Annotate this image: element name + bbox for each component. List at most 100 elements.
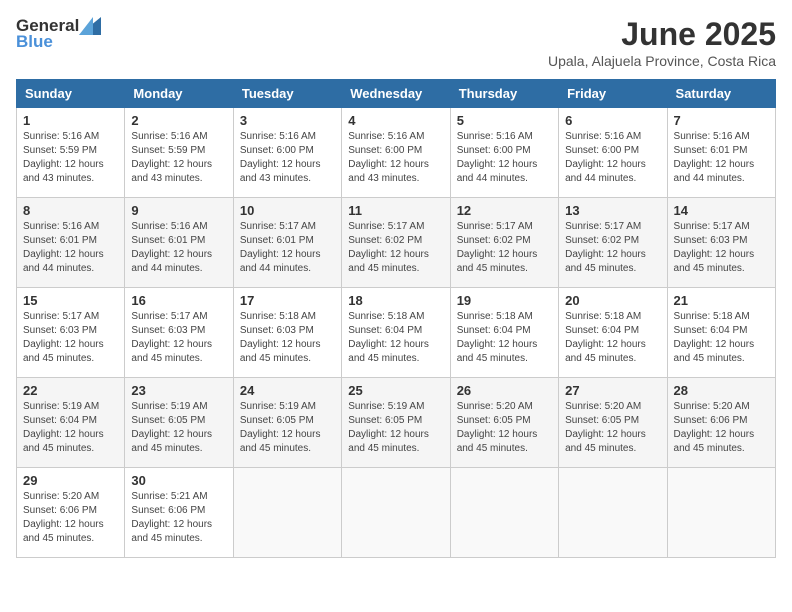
day-cell-13: 13 Sunrise: 5:17 AMSunset: 6:02 PMDaylig… — [559, 198, 667, 288]
day-info: Sunrise: 5:16 AMSunset: 5:59 PMDaylight:… — [23, 130, 118, 186]
day-number: 18 — [348, 293, 443, 308]
day-number: 28 — [674, 383, 769, 398]
day-cell-5: 5 Sunrise: 5:16 AMSunset: 6:00 PMDayligh… — [450, 108, 558, 198]
calendar-header-row: Sunday Monday Tuesday Wednesday Thursday… — [17, 80, 776, 108]
calendar-week-2: 8 Sunrise: 5:16 AMSunset: 6:01 PMDayligh… — [17, 198, 776, 288]
day-number: 9 — [131, 203, 226, 218]
day-cell-3: 3 Sunrise: 5:16 AMSunset: 6:00 PMDayligh… — [233, 108, 341, 198]
calendar-table: Sunday Monday Tuesday Wednesday Thursday… — [16, 79, 776, 558]
day-number: 27 — [565, 383, 660, 398]
calendar-week-5: 29 Sunrise: 5:20 AMSunset: 6:06 PMDaylig… — [17, 468, 776, 558]
day-info: Sunrise: 5:18 AMSunset: 6:04 PMDaylight:… — [674, 310, 769, 366]
day-number: 16 — [131, 293, 226, 308]
day-number: 11 — [348, 203, 443, 218]
day-number: 22 — [23, 383, 118, 398]
day-info: Sunrise: 5:19 AMSunset: 6:05 PMDaylight:… — [348, 400, 443, 456]
day-cell-29: 29 Sunrise: 5:20 AMSunset: 6:06 PMDaylig… — [17, 468, 125, 558]
month-year-title: June 2025 — [548, 16, 776, 53]
day-number: 6 — [565, 113, 660, 128]
header-thursday: Thursday — [450, 80, 558, 108]
day-info: Sunrise: 5:19 AMSunset: 6:04 PMDaylight:… — [23, 400, 118, 456]
day-info: Sunrise: 5:16 AMSunset: 6:01 PMDaylight:… — [674, 130, 769, 186]
day-cell-7: 7 Sunrise: 5:16 AMSunset: 6:01 PMDayligh… — [667, 108, 775, 198]
calendar-week-4: 22 Sunrise: 5:19 AMSunset: 6:04 PMDaylig… — [17, 378, 776, 468]
day-cell-6: 6 Sunrise: 5:16 AMSunset: 6:00 PMDayligh… — [559, 108, 667, 198]
day-cell-10: 10 Sunrise: 5:17 AMSunset: 6:01 PMDaylig… — [233, 198, 341, 288]
day-number: 26 — [457, 383, 552, 398]
empty-cell — [233, 468, 341, 558]
day-info: Sunrise: 5:20 AMSunset: 6:05 PMDaylight:… — [457, 400, 552, 456]
logo-blue-text: Blue — [16, 32, 53, 52]
day-cell-21: 21 Sunrise: 5:18 AMSunset: 6:04 PMDaylig… — [667, 288, 775, 378]
empty-cell — [667, 468, 775, 558]
day-info: Sunrise: 5:20 AMSunset: 6:05 PMDaylight:… — [565, 400, 660, 456]
day-cell-12: 12 Sunrise: 5:17 AMSunset: 6:02 PMDaylig… — [450, 198, 558, 288]
day-number: 5 — [457, 113, 552, 128]
day-cell-30: 30 Sunrise: 5:21 AMSunset: 6:06 PMDaylig… — [125, 468, 233, 558]
day-number: 25 — [348, 383, 443, 398]
day-info: Sunrise: 5:20 AMSunset: 6:06 PMDaylight:… — [674, 400, 769, 456]
day-info: Sunrise: 5:17 AMSunset: 6:03 PMDaylight:… — [674, 220, 769, 276]
day-cell-11: 11 Sunrise: 5:17 AMSunset: 6:02 PMDaylig… — [342, 198, 450, 288]
day-number: 23 — [131, 383, 226, 398]
day-info: Sunrise: 5:18 AMSunset: 6:04 PMDaylight:… — [565, 310, 660, 366]
day-info: Sunrise: 5:20 AMSunset: 6:06 PMDaylight:… — [23, 490, 118, 546]
day-info: Sunrise: 5:16 AMSunset: 6:00 PMDaylight:… — [240, 130, 335, 186]
day-info: Sunrise: 5:18 AMSunset: 6:04 PMDaylight:… — [457, 310, 552, 366]
page-header: General Blue June 2025 Upala, Alajuela P… — [16, 16, 776, 69]
day-info: Sunrise: 5:19 AMSunset: 6:05 PMDaylight:… — [131, 400, 226, 456]
day-cell-2: 2 Sunrise: 5:16 AMSunset: 5:59 PMDayligh… — [125, 108, 233, 198]
day-cell-16: 16 Sunrise: 5:17 AMSunset: 6:03 PMDaylig… — [125, 288, 233, 378]
day-number: 13 — [565, 203, 660, 218]
day-info: Sunrise: 5:17 AMSunset: 6:02 PMDaylight:… — [565, 220, 660, 276]
day-number: 14 — [674, 203, 769, 218]
day-info: Sunrise: 5:16 AMSunset: 5:59 PMDaylight:… — [131, 130, 226, 186]
location-subtitle: Upala, Alajuela Province, Costa Rica — [548, 53, 776, 69]
header-sunday: Sunday — [17, 80, 125, 108]
day-cell-9: 9 Sunrise: 5:16 AMSunset: 6:01 PMDayligh… — [125, 198, 233, 288]
day-info: Sunrise: 5:18 AMSunset: 6:03 PMDaylight:… — [240, 310, 335, 366]
day-info: Sunrise: 5:16 AMSunset: 6:00 PMDaylight:… — [348, 130, 443, 186]
calendar-week-3: 15 Sunrise: 5:17 AMSunset: 6:03 PMDaylig… — [17, 288, 776, 378]
day-number: 4 — [348, 113, 443, 128]
day-number: 12 — [457, 203, 552, 218]
day-info: Sunrise: 5:17 AMSunset: 6:01 PMDaylight:… — [240, 220, 335, 276]
day-number: 29 — [23, 473, 118, 488]
header-wednesday: Wednesday — [342, 80, 450, 108]
day-cell-4: 4 Sunrise: 5:16 AMSunset: 6:00 PMDayligh… — [342, 108, 450, 198]
title-section: June 2025 Upala, Alajuela Province, Cost… — [548, 16, 776, 69]
day-number: 19 — [457, 293, 552, 308]
day-cell-17: 17 Sunrise: 5:18 AMSunset: 6:03 PMDaylig… — [233, 288, 341, 378]
day-number: 1 — [23, 113, 118, 128]
day-cell-23: 23 Sunrise: 5:19 AMSunset: 6:05 PMDaylig… — [125, 378, 233, 468]
day-number: 2 — [131, 113, 226, 128]
day-number: 7 — [674, 113, 769, 128]
day-info: Sunrise: 5:21 AMSunset: 6:06 PMDaylight:… — [131, 490, 226, 546]
day-cell-26: 26 Sunrise: 5:20 AMSunset: 6:05 PMDaylig… — [450, 378, 558, 468]
day-cell-15: 15 Sunrise: 5:17 AMSunset: 6:03 PMDaylig… — [17, 288, 125, 378]
day-info: Sunrise: 5:16 AMSunset: 6:00 PMDaylight:… — [457, 130, 552, 186]
day-info: Sunrise: 5:17 AMSunset: 6:03 PMDaylight:… — [23, 310, 118, 366]
day-number: 24 — [240, 383, 335, 398]
empty-cell — [559, 468, 667, 558]
day-info: Sunrise: 5:16 AMSunset: 6:01 PMDaylight:… — [131, 220, 226, 276]
logo-icon — [79, 17, 101, 35]
day-cell-1: 1 Sunrise: 5:16 AMSunset: 5:59 PMDayligh… — [17, 108, 125, 198]
day-info: Sunrise: 5:19 AMSunset: 6:05 PMDaylight:… — [240, 400, 335, 456]
day-cell-22: 22 Sunrise: 5:19 AMSunset: 6:04 PMDaylig… — [17, 378, 125, 468]
day-cell-28: 28 Sunrise: 5:20 AMSunset: 6:06 PMDaylig… — [667, 378, 775, 468]
day-number: 21 — [674, 293, 769, 308]
empty-cell — [450, 468, 558, 558]
day-info: Sunrise: 5:17 AMSunset: 6:03 PMDaylight:… — [131, 310, 226, 366]
calendar-week-1: 1 Sunrise: 5:16 AMSunset: 5:59 PMDayligh… — [17, 108, 776, 198]
day-info: Sunrise: 5:17 AMSunset: 6:02 PMDaylight:… — [348, 220, 443, 276]
day-cell-8: 8 Sunrise: 5:16 AMSunset: 6:01 PMDayligh… — [17, 198, 125, 288]
day-cell-27: 27 Sunrise: 5:20 AMSunset: 6:05 PMDaylig… — [559, 378, 667, 468]
day-cell-20: 20 Sunrise: 5:18 AMSunset: 6:04 PMDaylig… — [559, 288, 667, 378]
day-cell-14: 14 Sunrise: 5:17 AMSunset: 6:03 PMDaylig… — [667, 198, 775, 288]
day-cell-24: 24 Sunrise: 5:19 AMSunset: 6:05 PMDaylig… — [233, 378, 341, 468]
day-info: Sunrise: 5:17 AMSunset: 6:02 PMDaylight:… — [457, 220, 552, 276]
day-info: Sunrise: 5:16 AMSunset: 6:01 PMDaylight:… — [23, 220, 118, 276]
day-info: Sunrise: 5:16 AMSunset: 6:00 PMDaylight:… — [565, 130, 660, 186]
day-number: 3 — [240, 113, 335, 128]
